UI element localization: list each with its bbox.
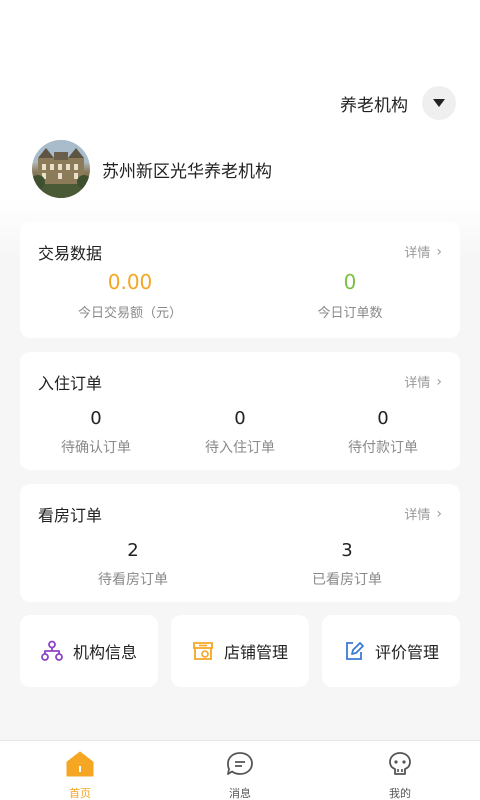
tab-label: 消息 [229,787,251,800]
pending-confirm-stat[interactable]: 0 待确认订单 [23,408,169,457]
tab-messages[interactable]: 消息 [200,751,280,800]
today-orders-label: 今日订单数 [317,306,383,321]
bottom-tab-bar: 首页 消息 我的 [0,740,480,800]
dropdown-button[interactable] [422,86,456,120]
org-structure-icon [41,640,63,661]
org-name: 苏州新区光华养老机构 [102,161,272,182]
store-manage-button[interactable]: 店铺管理 [171,615,309,687]
chevron-right-icon: › [436,505,442,522]
quick-action-label: 店铺管理 [223,643,288,662]
chevron-right-icon: › [436,243,442,260]
review-manage-button[interactable]: 评价管理 [322,615,460,687]
stat-label: 待看房订单 [98,572,168,588]
detail-link[interactable]: 详情 › [404,242,442,262]
pending-checkin-stat[interactable]: 0 待入住订单 [167,408,313,457]
viewed-stat[interactable]: 3 已看房订单 [234,540,460,589]
edit-review-icon [346,642,364,660]
tab-profile[interactable]: 我的 [360,751,440,800]
tab-label: 我的 [389,787,411,800]
detail-link[interactable]: 详情 › [404,504,442,524]
today-orders-value: 0 [343,270,357,294]
home-icon [66,751,94,777]
tab-home[interactable]: 首页 [40,751,120,800]
stat-label: 待入住订单 [205,440,275,456]
stat-value: 3 [341,540,353,561]
card-title: 入住订单 [38,374,103,393]
message-icon [227,752,253,775]
today-amount-label: 今日交易额（元） [77,306,182,321]
org-type-label: 养老机构 [340,95,408,116]
org-info-button[interactable]: 机构信息 [20,615,158,687]
today-orders-stat[interactable]: 0 今日订单数 [240,270,460,321]
caret-down-icon [433,99,445,107]
card-title: 交易数据 [38,244,103,263]
card-title: 看房订单 [38,506,103,525]
detail-label: 详情 [404,376,431,391]
checkin-orders-card: 入住订单 详情 › 0 待确认订单 0 待入住订单 0 待付款订单 [20,352,460,470]
stat-value: 0 [377,408,389,429]
building-photo-icon [32,140,90,198]
stat-value: 0 [234,408,246,429]
stat-value: 2 [127,540,139,561]
chevron-right-icon: › [436,373,442,390]
quick-action-label: 评价管理 [374,643,439,662]
detail-label: 详情 [404,508,431,523]
pending-payment-stat[interactable]: 0 待付款订单 [310,408,456,457]
tab-label: 首页 [69,787,91,800]
profile-icon [389,752,411,775]
stat-label: 待付款订单 [348,440,418,456]
viewing-orders-card: 看房订单 详情 › 2 待看房订单 3 已看房订单 [20,484,460,602]
pending-viewing-stat[interactable]: 2 待看房订单 [20,540,246,589]
stat-value: 0 [90,408,102,429]
org-profile[interactable]: 苏州新区光华养老机构 [32,140,272,198]
today-amount-value: 0.00 [107,270,153,294]
store-icon [193,642,213,660]
quick-action-label: 机构信息 [72,643,137,662]
org-type-selector[interactable]: 养老机构 [340,86,456,120]
detail-link[interactable]: 详情 › [404,372,442,392]
stat-label: 已看房订单 [312,572,382,588]
avatar [32,140,90,198]
trade-data-card: 交易数据 详情 › 0.00 今日交易额（元） 0 今日订单数 [20,222,460,338]
detail-label: 详情 [404,246,431,261]
stat-label: 待确认订单 [61,440,131,456]
today-amount-stat[interactable]: 0.00 今日交易额（元） [20,270,240,321]
